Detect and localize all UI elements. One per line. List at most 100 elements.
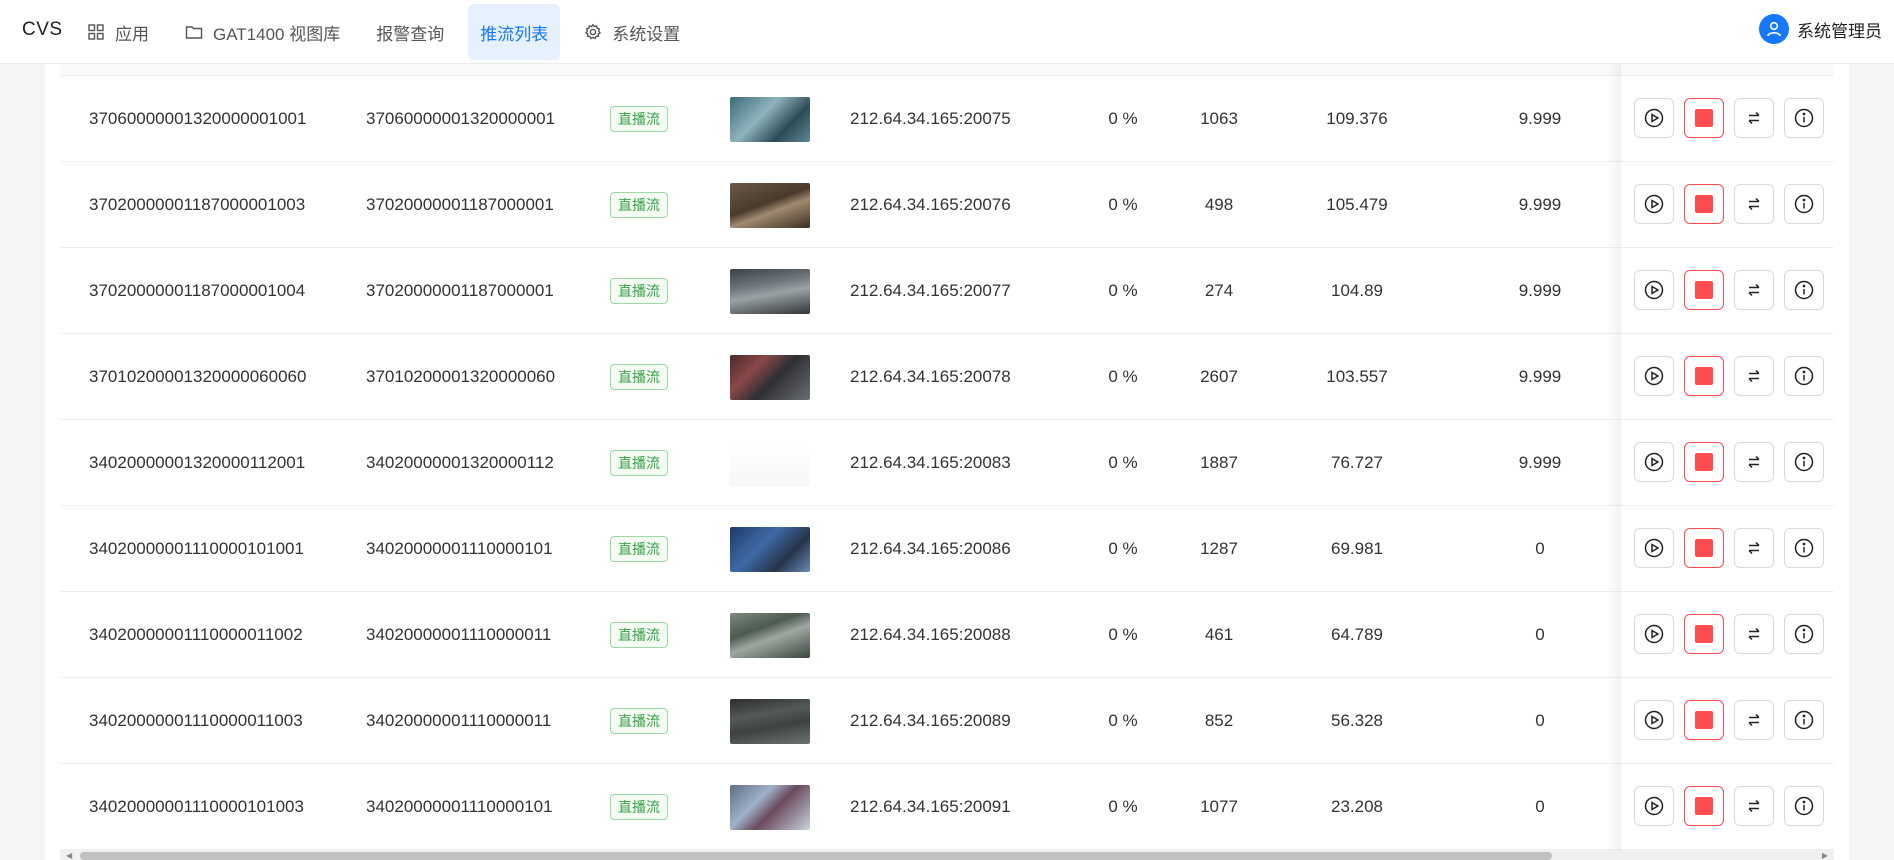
stream-preview-thumbnail[interactable] [730, 354, 810, 400]
stream-address: 212.64.34.165:20075 [850, 109, 1011, 128]
frame-rate: 0 [1535, 711, 1545, 730]
channel-id: 34020000001110000011003 [89, 711, 303, 730]
stream-preview-thumbnail[interactable] [730, 96, 810, 142]
stream-preview-thumbnail[interactable] [730, 440, 810, 486]
stop-button[interactable] [1684, 184, 1724, 224]
play-button[interactable] [1634, 356, 1674, 396]
app-logo[interactable]: CVS [22, 19, 63, 41]
info-button[interactable] [1784, 614, 1824, 654]
stream-address: 212.64.34.165:20088 [850, 625, 1011, 644]
menu-item-apps[interactable]: 应用 [75, 4, 161, 60]
stream-type-tag: 直播流 [610, 364, 668, 390]
connection-count: 274 [1204, 281, 1234, 300]
stop-button[interactable] [1684, 614, 1724, 654]
switch-button[interactable] [1734, 442, 1774, 482]
menu-item-alarm-query[interactable]: 报警查询 [364, 4, 456, 60]
play-button[interactable] [1634, 614, 1674, 654]
menu-item-label: GAT1400 视图库 [213, 24, 341, 44]
switch-button[interactable] [1734, 356, 1774, 396]
avatar [1759, 14, 1789, 44]
play-icon [1644, 624, 1664, 644]
preview-cell [730, 76, 810, 162]
main-menu: 应用 GAT1400 视图库 报警查询 推流列表 系统设置 [75, 0, 704, 64]
switch-button[interactable] [1734, 700, 1774, 740]
stop-icon [1695, 539, 1713, 557]
stream-address: 212.64.34.165:20078 [850, 367, 1011, 386]
stream-preview-thumbnail[interactable] [730, 698, 810, 744]
horizontal-scrollbar[interactable]: ◀ ▶ [60, 850, 1834, 860]
user-icon [1767, 21, 1781, 37]
stream-type-cell: 直播流 [610, 764, 668, 850]
menu-item-gat1400[interactable]: GAT1400 视图库 [173, 4, 352, 60]
stream-table: 37060000001320000001001 37060000001320000… [60, 64, 1834, 860]
stop-icon [1695, 109, 1713, 127]
switch-button[interactable] [1734, 270, 1774, 310]
row-actions [1621, 420, 1834, 506]
menu-item-label: 推流列表 [480, 24, 549, 44]
stop-icon [1695, 711, 1713, 729]
packet-loss: 0 % [1108, 625, 1138, 644]
stop-button[interactable] [1684, 786, 1724, 826]
switch-button[interactable] [1734, 184, 1774, 224]
scroll-left-arrow-icon[interactable]: ◀ [66, 852, 72, 860]
play-button[interactable] [1634, 442, 1674, 482]
info-button[interactable] [1784, 98, 1824, 138]
info-button[interactable] [1784, 528, 1824, 568]
stream-preview-thumbnail[interactable] [730, 526, 810, 572]
bitrate: 103.557 [1326, 367, 1388, 386]
folder-icon [185, 26, 203, 39]
stop-button[interactable] [1684, 700, 1724, 740]
preview-cell [730, 592, 810, 678]
stream-type-tag: 直播流 [610, 192, 668, 218]
play-button[interactable] [1634, 184, 1674, 224]
connection-count: 1287 [1200, 539, 1238, 558]
row-actions [1621, 592, 1834, 678]
info-icon [1794, 710, 1814, 730]
user-menu[interactable]: 系统管理员 [1759, 14, 1882, 44]
user-name: 系统管理员 [1797, 21, 1882, 41]
play-button[interactable] [1634, 270, 1674, 310]
stop-button[interactable] [1684, 98, 1724, 138]
info-button[interactable] [1784, 442, 1824, 482]
grid-icon [88, 24, 104, 40]
switch-icon [1748, 541, 1760, 555]
stream-preview-thumbnail[interactable] [730, 182, 810, 228]
info-button[interactable] [1784, 786, 1824, 826]
bitrate: 105.479 [1326, 195, 1388, 214]
stream-preview-thumbnail[interactable] [730, 612, 810, 658]
stop-button[interactable] [1684, 442, 1724, 482]
info-button[interactable] [1784, 356, 1824, 396]
play-button[interactable] [1634, 700, 1674, 740]
stop-icon [1695, 367, 1713, 385]
scrollbar-thumb[interactable] [80, 852, 1552, 860]
menu-item-stream-list[interactable]: 推流列表 [468, 4, 561, 60]
info-button[interactable] [1784, 184, 1824, 224]
stream-preview-thumbnail[interactable] [730, 784, 810, 830]
stop-button[interactable] [1684, 270, 1724, 310]
play-button[interactable] [1634, 98, 1674, 138]
stream-type-cell: 直播流 [610, 678, 668, 764]
switch-button[interactable] [1734, 786, 1774, 826]
play-button[interactable] [1634, 528, 1674, 568]
device-id: 34020000001110000011 [366, 625, 552, 644]
info-button[interactable] [1784, 270, 1824, 310]
switch-button[interactable] [1734, 528, 1774, 568]
menu-item-settings[interactable]: 系统设置 [572, 4, 692, 60]
info-button[interactable] [1784, 700, 1824, 740]
play-button[interactable] [1634, 786, 1674, 826]
stream-preview-thumbnail[interactable] [730, 268, 810, 314]
top-navigation-bar: CVS 应用 GAT1400 视图库 报警查询 推流列表 系统设置 系统管理员 [0, 0, 1894, 64]
stream-address: 212.64.34.165:20091 [850, 797, 1011, 816]
stream-type-cell: 直播流 [610, 334, 668, 420]
table-row: 34020000001110000101001 34020000001110000… [60, 506, 1834, 592]
scroll-right-arrow-icon[interactable]: ▶ [1822, 852, 1828, 860]
preview-cell [730, 334, 810, 420]
frame-rate: 9.999 [1518, 367, 1562, 386]
stop-icon [1695, 281, 1713, 299]
switch-button[interactable] [1734, 614, 1774, 654]
connection-count: 852 [1204, 711, 1234, 730]
switch-button[interactable] [1734, 98, 1774, 138]
stream-list-card: 37060000001320000001001 37060000001320000… [45, 64, 1849, 860]
stop-button[interactable] [1684, 528, 1724, 568]
stop-button[interactable] [1684, 356, 1724, 396]
